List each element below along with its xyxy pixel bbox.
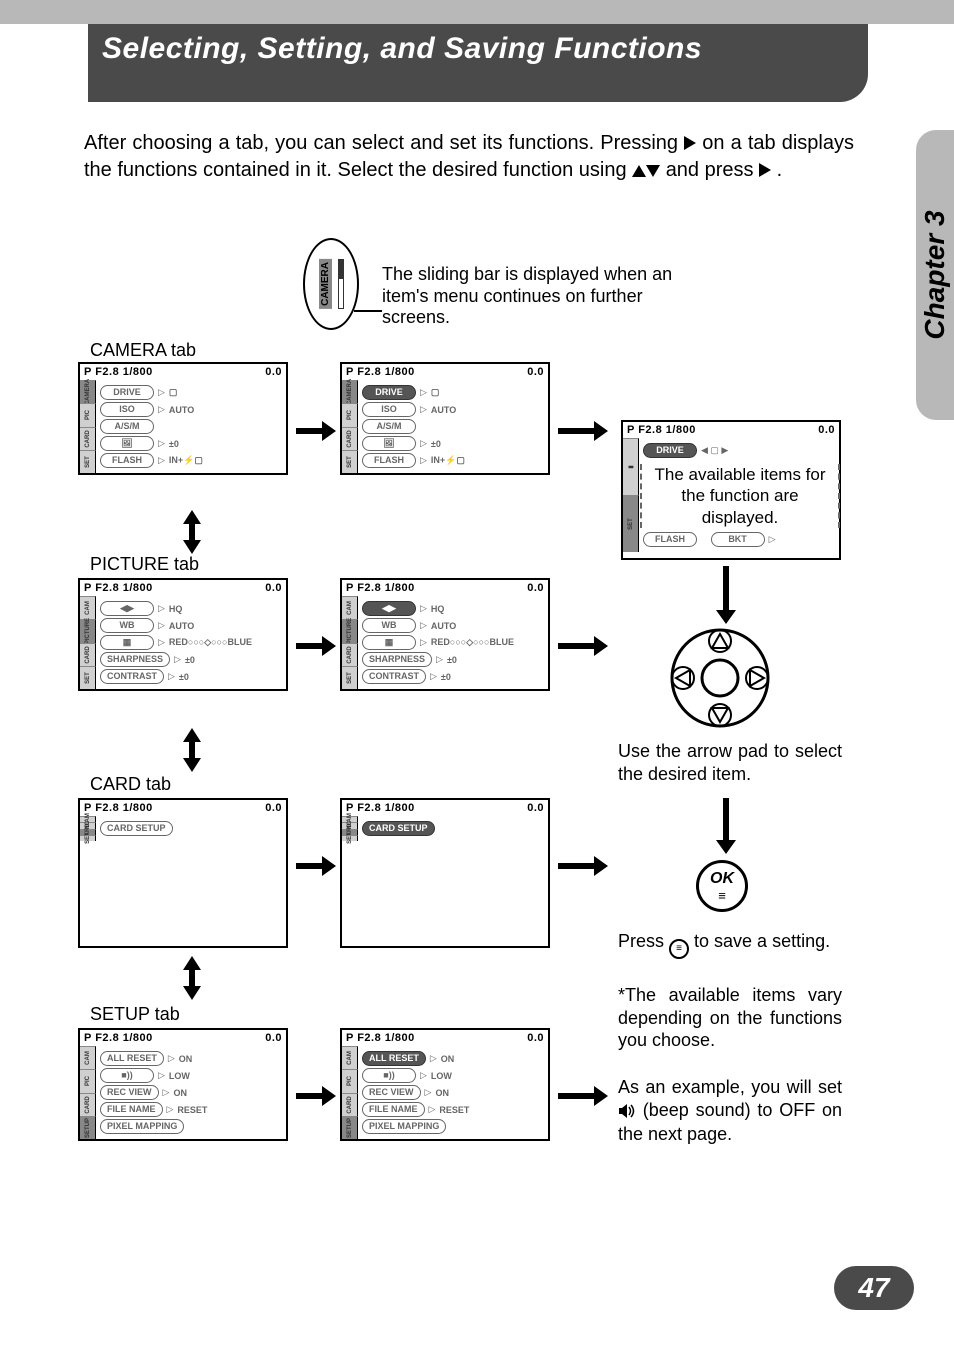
arrow-pad-icon — [670, 628, 770, 728]
sliding-bar-callout-text: The sliding bar is displayed when an ite… — [382, 264, 712, 329]
setup-tab-label: SETUP tab — [90, 1004, 180, 1025]
sliding-bar-callout-bubble: CAMERA — [303, 238, 359, 330]
arrow-right-icon — [558, 1090, 608, 1102]
section-title-block: Selecting, Setting, and Saving Functions — [88, 24, 868, 102]
sliding-bar-icon — [338, 259, 344, 309]
arrow-right-icon — [296, 425, 336, 437]
camera-screen-mid: P F2.8 1/8000.0CAMERAPICCARDSETDRIVE▷▢IS… — [340, 362, 550, 475]
menu-icon: ≡ — [718, 888, 726, 903]
chapter-tab: Chapter 3 — [916, 130, 954, 420]
card-screen-left: P F2.8 1/8000.0CAMPICCARDSETCARD SETUP — [78, 798, 288, 948]
arrow-right-icon — [296, 860, 336, 872]
arrow-right-icon — [558, 860, 608, 872]
ok-label: OK — [710, 870, 734, 888]
available-items-note: The available items for the function are… — [640, 464, 840, 528]
picture-screen-left: P F2.8 1/8000.0CAMPICTURECARDSET◀▶▷HQWB▷… — [78, 578, 288, 691]
double-arrow-vertical-icon — [185, 510, 199, 554]
triangle-right-icon — [759, 163, 771, 177]
bkt-pill: BKT — [711, 532, 765, 547]
page-top-bar — [0, 0, 954, 24]
arrow-down-icon — [720, 798, 732, 854]
setup-screen-left: P F2.8 1/8000.0CAMPICCARDSETUPALL RESET▷… — [78, 1028, 288, 1141]
page-number: 47 — [834, 1266, 914, 1310]
triangle-up-icon — [632, 165, 646, 177]
speaker-icon — [618, 1101, 636, 1124]
intro-text-4: . — [777, 159, 783, 181]
chapter-label: Chapter 3 — [919, 210, 951, 339]
triangle-down-icon — [646, 165, 660, 177]
arrow-down-icon — [720, 566, 732, 624]
arrow-right-icon — [296, 640, 336, 652]
ok-button-icon: OK ≡ — [696, 860, 748, 912]
camera-screen-left: P F2.8 1/8000.0CAMERAPICCARDSETDRIVE▷▢IS… — [78, 362, 288, 475]
flow-diagram: CAMERA The sliding bar is displayed when… — [70, 230, 870, 1230]
ok-menu-circle-icon: ≡ — [669, 939, 689, 959]
intro-text-3: and press — [666, 159, 759, 181]
intro-paragraph: After choosing a tab, you can select and… — [84, 130, 854, 184]
section-title: Selecting, Setting, and Saving Functions — [102, 32, 856, 65]
card-screen-mid: P F2.8 1/8000.0CAMPICCARDSETCARD SETUP — [340, 798, 550, 948]
flash-pill: FLASH — [643, 532, 697, 547]
arrowpad-instruction: Use the arrow pad to select the desired … — [618, 740, 842, 785]
arrow-right-icon — [558, 640, 608, 652]
arrow-right-icon — [296, 1090, 336, 1102]
intro-text-1: After choosing a tab, you can select and… — [84, 132, 684, 154]
vary-note: *The available items vary depending on t… — [618, 984, 842, 1052]
double-arrow-vertical-icon — [185, 956, 199, 1000]
drive-pill: DRIVE — [643, 443, 697, 458]
bubble-camera-label: CAMERA — [319, 259, 332, 309]
double-arrow-vertical-icon — [185, 728, 199, 772]
picture-screen-mid: P F2.8 1/8000.0CAMPICTURECARDSET◀▶▷HQWB▷… — [340, 578, 550, 691]
example-note: As an example, you will set (beep sound)… — [618, 1076, 842, 1146]
press-to-save-text: Press ≡ to save a setting. — [618, 930, 842, 959]
setup-screen-mid: P F2.8 1/8000.0CAMPICCARDSETUPALL RESET▷… — [340, 1028, 550, 1141]
card-tab-label: CARD tab — [90, 774, 171, 795]
camera-tab-label: CAMERA tab — [90, 340, 196, 361]
picture-tab-label: PICTURE tab — [90, 554, 199, 575]
triangle-right-icon — [684, 136, 696, 150]
callout-leader-line — [354, 310, 382, 312]
arrow-right-icon — [558, 425, 608, 437]
